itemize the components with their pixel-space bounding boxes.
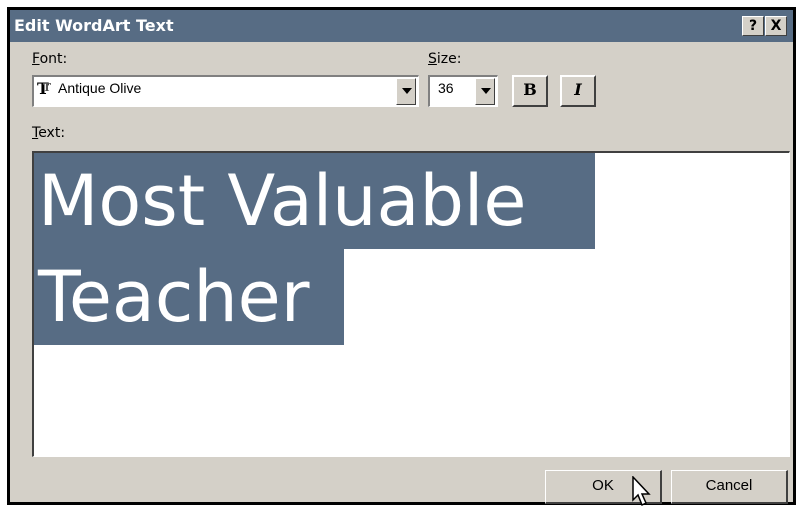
bold-button[interactable]: B [512,75,548,107]
truetype-font-icon: TT [37,79,52,98]
text-label: Text: [32,125,66,141]
help-button[interactable]: ? [742,16,764,36]
size-label: Size: [428,51,462,67]
font-combobox[interactable]: TT Antique Olive [32,75,419,107]
edit-wordart-dialog: Edit WordArt Text ? X Font: TT Antique O… [7,7,796,507]
cancel-button[interactable]: Cancel [671,470,788,504]
selected-text-line-1: Most Valuable [34,153,595,249]
chevron-down-icon [481,88,491,94]
dialog-title: Edit WordArt Text [14,16,174,35]
wordart-text-input[interactable]: Most Valuable Teacher [32,151,790,457]
selected-text-line-2: Teacher [34,249,344,345]
title-bar[interactable]: Edit WordArt Text ? X [10,10,793,42]
font-dropdown-button[interactable] [396,78,416,105]
font-value: Antique Olive [58,80,142,96]
size-dropdown-button[interactable] [475,78,495,105]
italic-button[interactable]: I [560,75,596,107]
close-button[interactable]: X [765,16,787,36]
size-combobox[interactable]: 36 [428,75,498,107]
chevron-down-icon [402,88,412,94]
mouse-pointer-icon [632,476,651,507]
size-value: 36 [438,80,454,96]
font-label: Font: [32,51,68,67]
